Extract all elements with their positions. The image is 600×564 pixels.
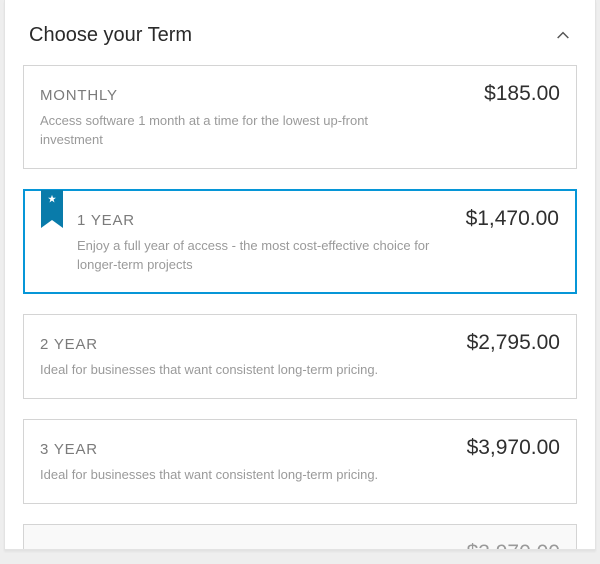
term-price: $3,970.00: [467, 436, 560, 460]
term-label: 3 YEAR - SPECIAL TRADE-IN OFFER: [40, 546, 324, 550]
term-label: 2 YEAR: [40, 336, 98, 353]
term-original-price: $3,970.00: [467, 541, 560, 550]
term-desc: Ideal for businesses that want consisten…: [40, 466, 400, 485]
recommended-ribbon-icon: [41, 190, 63, 220]
term-price-block: $3,970.00 $2,779.00: [467, 541, 560, 550]
term-desc: Access software 1 month at a time for th…: [40, 112, 400, 150]
term-option-1year[interactable]: 1 YEAR $1,470.00 Enjoy a full year of ac…: [23, 189, 577, 295]
term-label: 1 YEAR: [77, 212, 135, 229]
panel-header[interactable]: Choose your Term: [23, 0, 577, 65]
term-option-3year[interactable]: 3 YEAR $3,970.00 Ideal for businesses th…: [23, 419, 577, 504]
term-desc: Enjoy a full year of access - the most c…: [77, 237, 437, 275]
term-price: $1,470.00: [466, 207, 559, 231]
term-label: 3 YEAR: [40, 441, 98, 458]
term-price: $185.00: [484, 82, 560, 106]
term-panel: Choose your Term MONTHLY $185.00 Access …: [4, 0, 596, 550]
term-option-2year[interactable]: 2 YEAR $2,795.00 Ideal for businesses th…: [23, 314, 577, 399]
term-option-monthly[interactable]: MONTHLY $185.00 Access software 1 month …: [23, 65, 577, 169]
chevron-up-icon: [555, 28, 571, 44]
term-option-3year-tradein[interactable]: 3 YEAR - SPECIAL TRADE-IN OFFER $3,970.0…: [23, 524, 577, 550]
panel-title: Choose your Term: [29, 24, 192, 47]
term-price: $2,795.00: [467, 331, 560, 355]
term-label: MONTHLY: [40, 87, 118, 104]
term-desc: Ideal for businesses that want consisten…: [40, 361, 400, 380]
